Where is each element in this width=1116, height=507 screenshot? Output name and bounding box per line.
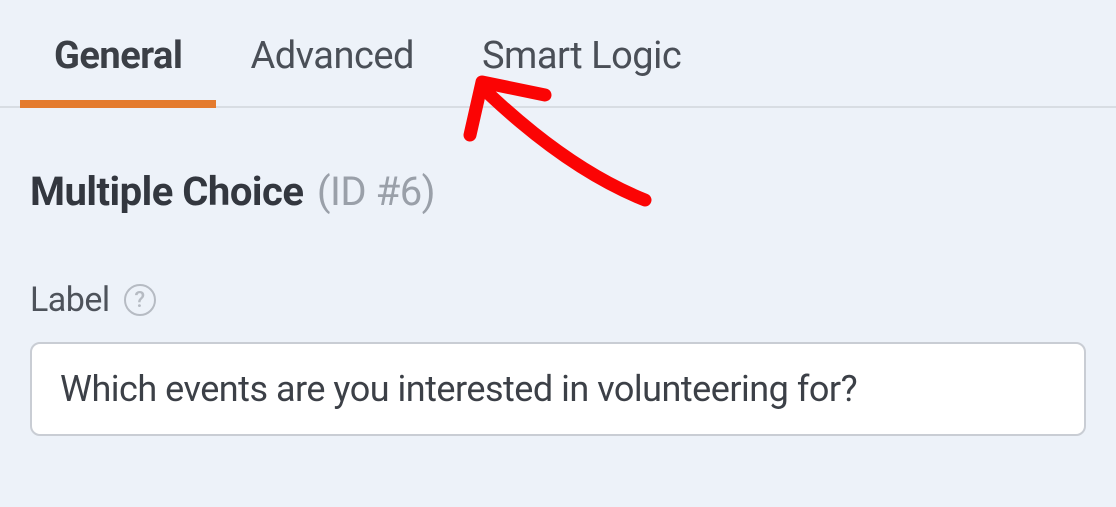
content-area: Multiple Choice (ID #6) Label ? <box>0 108 1116 466</box>
field-label-row: Label ? <box>30 280 1086 320</box>
tabs-container: General Advanced Smart Logic <box>0 0 1116 108</box>
field-label-text: Label <box>30 280 110 320</box>
section-id <box>307 168 316 215</box>
tab-smart-logic[interactable]: Smart Logic <box>448 20 715 106</box>
label-input[interactable] <box>30 342 1086 436</box>
label-field-group: Label ? <box>30 280 1086 436</box>
section-title: Multiple Choice <box>30 168 303 215</box>
help-icon[interactable]: ? <box>124 284 156 316</box>
tab-general[interactable]: General <box>20 20 216 106</box>
section-id-value: (ID #6) <box>317 168 435 215</box>
section-header: Multiple Choice (ID #6) <box>30 168 1086 215</box>
tab-advanced[interactable]: Advanced <box>216 20 447 106</box>
